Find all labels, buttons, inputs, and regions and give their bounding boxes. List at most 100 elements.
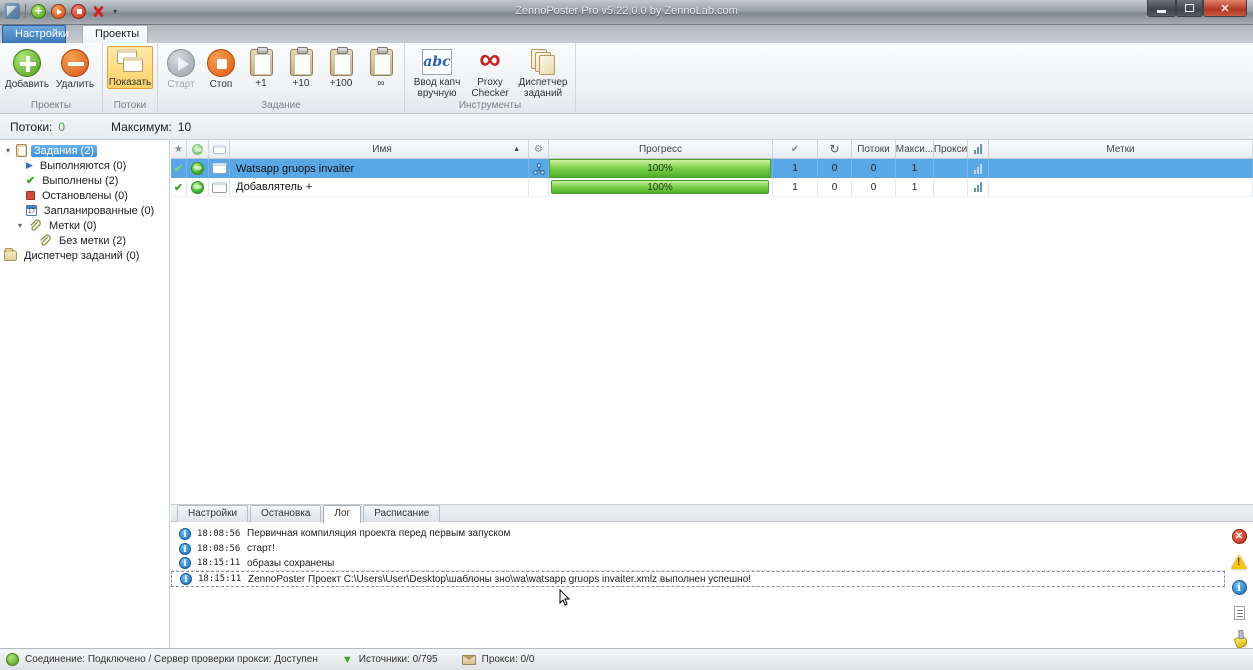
column-status[interactable]: [187, 140, 209, 159]
log-entry[interactable]: i 18:08:56 старт!: [171, 541, 1225, 556]
log-entry[interactable]: i 18:08:56 Первичная компиляция проекта …: [171, 526, 1225, 541]
globe-icon: [192, 143, 203, 155]
column-settings[interactable]: ⚙: [529, 140, 549, 159]
add-project-button[interactable]: Добавить: [4, 46, 50, 91]
project-name-cell[interactable]: Добавлятель +: [230, 178, 529, 196]
column-statistics[interactable]: [968, 140, 989, 159]
folder-icon: [4, 248, 17, 261]
tree-item-completed[interactable]: ✔ Выполнены (2): [0, 173, 169, 188]
window-cell[interactable]: [209, 178, 230, 196]
task-manager-button[interactable]: Диспетчер заданий: [515, 46, 571, 100]
play-icon: ▶: [26, 160, 33, 170]
max-threads-cell[interactable]: 1: [896, 159, 934, 178]
warnings-filter-icon[interactable]: [1231, 555, 1247, 569]
column-threads[interactable]: Потоки: [852, 140, 896, 159]
tree-item-tasks[interactable]: ▾ Задания (2): [0, 143, 169, 158]
column-proxy[interactable]: Прокси: [934, 140, 968, 159]
clipboard-icon: [16, 144, 27, 157]
column-max-threads[interactable]: Макси...: [896, 140, 934, 159]
settings-cell[interactable]: [529, 159, 549, 178]
column-completed[interactable]: ✔: [773, 140, 818, 159]
info-filter-icon[interactable]: i: [1231, 580, 1247, 595]
show-threads-button[interactable]: Показать: [107, 46, 153, 89]
maximize-button[interactable]: [1176, 0, 1203, 17]
tree-item-labels[interactable]: ▾ Метки (0): [0, 218, 169, 233]
threads-value: 0: [58, 119, 66, 134]
tab-settings[interactable]: Настройки: [2, 25, 69, 43]
favorite-cell[interactable]: ✔: [171, 178, 187, 196]
proxy-cell: [934, 178, 968, 196]
restart-icon: ↻: [829, 142, 840, 156]
log-filter-buttons: ✕ i: [1225, 523, 1253, 648]
stop-icon: [207, 49, 235, 77]
column-name[interactable]: Имя ▲: [230, 140, 529, 159]
globe-icon: [191, 162, 204, 175]
table-row[interactable]: ✔ Watsapp gruops invaiter 100% 1 0 0 1: [171, 159, 1253, 178]
add-1-run-button[interactable]: +1: [242, 46, 280, 90]
column-progress[interactable]: Прогресс: [549, 140, 773, 159]
statistics-cell[interactable]: [968, 178, 989, 196]
delete-project-button[interactable]: Удалить: [52, 46, 98, 91]
sources-counter: Источники: 0/795: [358, 654, 438, 665]
minimize-button[interactable]: [1147, 0, 1176, 17]
status-cell: [187, 159, 209, 178]
title-bar: ▾ ZennoPoster Pro v5.22.0.0 by ZennoLab.…: [0, 0, 1253, 25]
statistics-cell[interactable]: [968, 159, 989, 178]
max-threads-cell[interactable]: 1: [896, 178, 934, 196]
clipboard-icon: [369, 47, 393, 76]
close-button[interactable]: ✕: [1203, 0, 1247, 17]
log-tab-schedule[interactable]: Расписание: [363, 505, 441, 522]
favorite-cell[interactable]: ✔: [171, 159, 187, 178]
proxy-checker-button[interactable]: ∞ Proxy Checker: [467, 43, 513, 100]
column-restarts[interactable]: ↻: [818, 140, 852, 159]
threads-bar: Потоки: 0 Максимум: 10: [0, 114, 1253, 140]
tree-item-task-manager[interactable]: Диспетчер заданий (0): [0, 248, 169, 263]
ribbon-tab-strip: Настройки Проекты: [0, 25, 1253, 43]
table-row[interactable]: ✔ Добавлятель + 100% 1 0 0 1: [171, 178, 1253, 197]
max-value: 10: [177, 119, 192, 134]
project-name-cell[interactable]: Watsapp gruops invaiter: [230, 159, 529, 178]
download-arrow-icon: ▼: [341, 653, 353, 666]
tree-item-stopped[interactable]: Остановлены (0): [0, 188, 169, 203]
progress-bar: 100%: [551, 180, 769, 194]
threads-cell: 0: [852, 159, 896, 178]
infinite-runs-button[interactable]: ∞: [362, 46, 400, 90]
chevron-down-icon[interactable]: ▾: [16, 221, 24, 230]
log-tab-stop[interactable]: Остановка: [250, 505, 322, 522]
group-label-threads: Потоки: [113, 100, 147, 111]
progress-bar: 100%: [549, 159, 771, 178]
column-labels[interactable]: Метки: [989, 140, 1253, 159]
infinity-icon: ∞: [479, 43, 501, 76]
tree-item-no-label[interactable]: Без метки (2): [0, 233, 169, 248]
group-label-projects: Проекты: [30, 100, 72, 111]
bar-chart-icon: [974, 144, 982, 154]
stop-button[interactable]: Стоп: [202, 46, 240, 91]
tab-projects[interactable]: Проекты: [82, 25, 148, 43]
errors-filter-icon[interactable]: ✕: [1231, 529, 1247, 544]
labels-cell: [989, 178, 1253, 196]
connection-status-icon: [6, 653, 19, 666]
info-icon: i: [180, 573, 192, 585]
star-icon: ★: [174, 143, 183, 155]
add-100-runs-button[interactable]: +100: [322, 46, 360, 90]
info-icon: i: [179, 527, 191, 540]
ribbon-group-projects: Добавить Удалить Проекты: [0, 43, 103, 113]
add-10-runs-button[interactable]: +10: [282, 46, 320, 90]
mouse-cursor: [559, 589, 571, 606]
window-cell[interactable]: [209, 159, 230, 178]
log-tab-log[interactable]: Лог: [323, 505, 362, 523]
start-button[interactable]: Старт: [162, 46, 200, 91]
tree-item-running[interactable]: ▶ Выполняются (0): [0, 158, 169, 173]
chevron-down-icon[interactable]: ▾: [4, 146, 12, 155]
log-tab-settings[interactable]: Настройки: [177, 505, 249, 522]
log-entry-selected[interactable]: i 18:15:11 ZennoPoster Проект C:\Users\U…: [171, 571, 1225, 587]
restarts-cell: 0: [818, 159, 852, 178]
clear-log-icon[interactable]: [1229, 629, 1250, 650]
column-window[interactable]: [209, 140, 230, 159]
column-favorite[interactable]: ★: [171, 140, 187, 159]
log-entry[interactable]: i 18:15:11 образы сохранены: [171, 556, 1225, 571]
manual-captcha-button[interactable]: abc Ввод капч вручную: [409, 46, 465, 100]
tree-item-scheduled[interactable]: Запланированные (0): [0, 203, 169, 218]
settings-cell[interactable]: [529, 178, 549, 196]
log-list-icon[interactable]: [1233, 606, 1245, 620]
